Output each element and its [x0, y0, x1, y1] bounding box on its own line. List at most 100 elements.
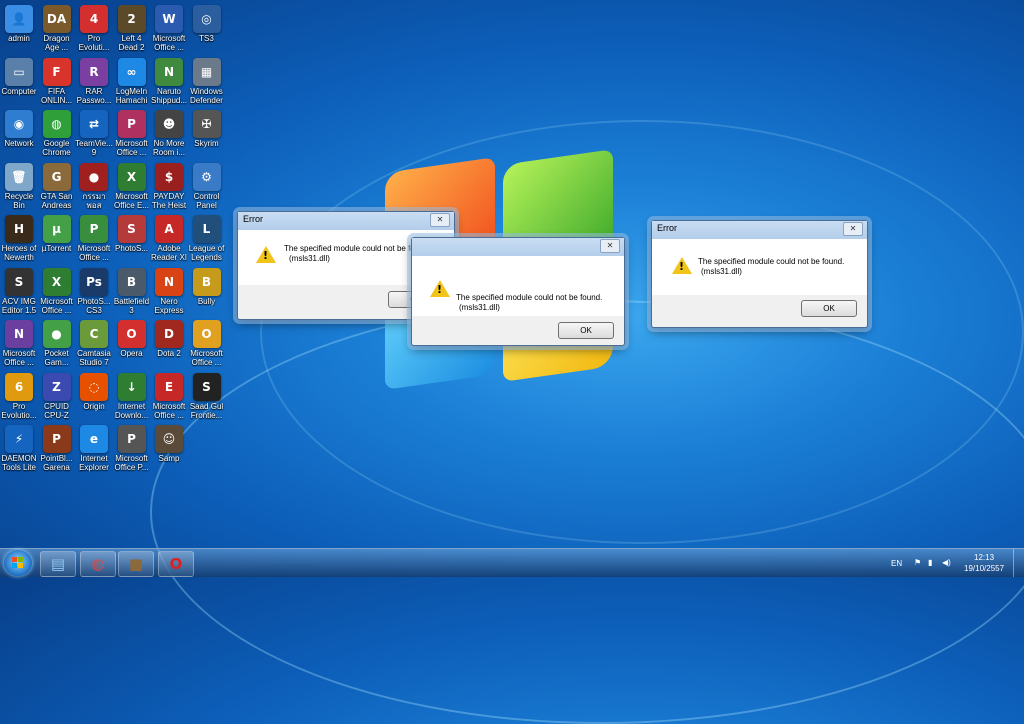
desktop-icon[interactable]: P PointBl... Garena [38, 423, 76, 472]
app-icon: N [155, 267, 183, 296]
desktop-icon-label: Microsoft Office ... [2, 349, 36, 367]
start-button[interactable] [4, 550, 32, 576]
ok-button[interactable]: OK [558, 322, 614, 339]
dialog-title-bar[interactable]: Error ✕ [238, 212, 454, 230]
message-module: (msls31.dll) [289, 254, 330, 263]
desktop-icon[interactable]: O Opera [113, 318, 151, 358]
desktop-icon[interactable]: ↓ Internet Downlo... [113, 371, 151, 420]
desktop-icon[interactable]: P Microsoft Office ... [75, 213, 113, 262]
desktop-icon[interactable]: N Naruto Shippud... [150, 56, 188, 105]
desktop-icon-label: Camtasia Studio 7 [77, 349, 111, 367]
desktop-icon[interactable]: F FIFA ONLIN... [38, 56, 76, 105]
action-center-flag-icon[interactable]: ⚑ [914, 558, 921, 567]
show-desktop-button[interactable] [1013, 549, 1024, 577]
desktop-icon[interactable]: O Microsoft Office ... [188, 318, 226, 367]
app-icon: O [192, 320, 221, 348]
desktop-icon[interactable]: Z CPUID CPU-Z [38, 371, 76, 420]
app-icon: Z [42, 372, 71, 401]
desktop-icon[interactable]: ● กรรมา พอส [75, 161, 113, 210]
desktop-icon-label: Battlefield 3 [113, 296, 150, 315]
desktop-icon[interactable]: ◍ Google Chrome [38, 108, 76, 157]
chrome-taskbar-button[interactable]: ◍ [80, 551, 116, 577]
desktop-icon[interactable]: ☺ Samp [150, 423, 188, 463]
explorer-taskbar-button[interactable]: ▤ [40, 551, 76, 577]
desktop-icon[interactable]: R RAR Passwo... [75, 56, 113, 105]
desktop-icon[interactable]: ◌ Origin [75, 371, 113, 411]
desktop-icon[interactable]: L League of Legends [188, 213, 226, 262]
clock-time[interactable]: 12:13 [974, 553, 994, 562]
network-icon[interactable]: ▮ [928, 558, 932, 567]
desktop-icon[interactable]: e Internet Explorer [75, 423, 113, 472]
close-button[interactable]: ✕ [843, 222, 863, 236]
desktop-icon[interactable]: D Dota 2 [150, 318, 188, 358]
desktop-icon[interactable]: N Microsoft Office ... [0, 318, 38, 367]
desktop-icon-label: PointBl... Garena [40, 454, 73, 472]
desktop-icon[interactable]: P Microsoft Office P... [113, 423, 151, 472]
desktop-icon-label: Microsoft Office ... [40, 296, 73, 315]
desktop-icon[interactable]: H Heroes of Newerth [0, 213, 38, 262]
app-icon: ⚡ [5, 425, 33, 453]
desktop-icon[interactable]: ▭ Computer [0, 56, 38, 96]
app-icon: ◉ [5, 110, 33, 138]
desktop-icon[interactable]: A Adobe Reader XI [150, 213, 188, 262]
desktop-icon[interactable]: ∞ LogMeIn Hamachi [113, 56, 151, 105]
desktop-icon-label: ACV IMG Editor 1.5 [1, 296, 37, 315]
opera-taskbar-button[interactable]: O [158, 551, 194, 577]
app-icon: D [155, 320, 183, 348]
desktop-icon[interactable]: ● Pocket Gam... [38, 318, 76, 367]
desktop-icon[interactable]: ⚡ DAEMON Tools Lite [0, 423, 38, 472]
desktop-icon[interactable]: 👤 admin [0, 3, 38, 43]
desktop-icon[interactable]: X Microsoft Office E... [113, 161, 151, 210]
dialog-body: ! The specified module could not be foun… [412, 256, 624, 316]
desktop-icon[interactable]: G GTA San Andreas [38, 161, 76, 210]
desktop-icon-label: Heroes of Newerth [1, 244, 37, 262]
desktop-icon[interactable]: X Microsoft Office ... [38, 266, 76, 315]
desktop-icon[interactable]: B Battlefield 3 [113, 266, 151, 315]
desktop-icon-label: Recycle Bin [4, 191, 34, 210]
volume-icon[interactable]: ◀) [942, 558, 951, 567]
desktop-icon[interactable]: µ µTorrent [38, 213, 76, 253]
desktop-icon[interactable]: ▦ Windows Defender [188, 56, 226, 105]
desktop-icon[interactable]: $ PAYDAY The Heist [150, 161, 188, 210]
taskbar-app-icon: ◍ [91, 555, 105, 573]
desktop-icon[interactable]: ◉ Network [0, 108, 38, 148]
desktop-icon[interactable]: ⚙ Control Panel [188, 161, 226, 210]
desktop-icon[interactable]: Ps PhotoS... CS3 [75, 266, 113, 315]
message-module: (msls31.dll) [459, 303, 500, 312]
desktop-icon[interactable]: ⇄ TeamVie... 9 [75, 108, 113, 157]
desktop-icon[interactable]: 4 Pro Evoluti... [75, 3, 113, 52]
wallpaper-swoosh [260, 120, 1024, 544]
app-icon: P [117, 110, 146, 138]
desktop-icon[interactable]: E Microsoft Office ... [150, 371, 188, 420]
app-icon: 6 [5, 372, 33, 401]
desktop-icon[interactable]: 6 Pro Evolutio... [0, 371, 38, 420]
desktop-icon[interactable]: DA Dragon Age ... [38, 3, 76, 52]
gta-taskbar-button[interactable]: ■ [118, 551, 154, 577]
desktop-icon[interactable]: ☻ No More Room i... [150, 108, 188, 157]
dialog-title-bar[interactable]: ✕ [412, 238, 624, 256]
desktop-icon[interactable]: P Microsoft Office ... [113, 108, 151, 157]
desktop-icon[interactable]: 🗑 Recycle Bin [0, 161, 38, 210]
desktop-icon[interactable]: S PhotoS... [113, 213, 151, 253]
desktop-icon[interactable]: B Bully [188, 266, 226, 306]
dialog-footer: OK [412, 316, 624, 343]
desktop-icon[interactable]: 2 Left 4 Dead 2 [113, 3, 151, 52]
dialog-title-bar[interactable]: Error ✕ [652, 221, 867, 239]
desktop-icon[interactable]: S Saad Gul Frontie... [188, 371, 226, 420]
desktop-icon-label: RAR Passwo... [76, 86, 112, 105]
app-icon: B [117, 267, 146, 296]
desktop-icon[interactable]: W Microsoft Office ... [150, 3, 188, 52]
close-button[interactable]: ✕ [600, 239, 620, 253]
app-icon: ◎ [192, 5, 221, 33]
desktop-icon[interactable]: C Camtasia Studio 7 [75, 318, 113, 367]
desktop-icon-label: LogMeIn Hamachi [115, 86, 148, 105]
app-icon: C [80, 320, 108, 348]
desktop-icon[interactable]: ✠ Skyrim [188, 108, 226, 148]
desktop-icon[interactable]: S ACV IMG Editor 1.5 [0, 266, 38, 315]
close-button[interactable]: ✕ [430, 213, 450, 227]
desktop-icon[interactable]: N Nero Express [150, 266, 188, 315]
ok-button[interactable]: OK [801, 300, 857, 317]
language-indicator[interactable]: EN [891, 559, 902, 568]
desktop-icon[interactable]: ◎ TS3 [188, 3, 226, 43]
clock-date[interactable]: 19/10/2557 [964, 564, 1004, 573]
